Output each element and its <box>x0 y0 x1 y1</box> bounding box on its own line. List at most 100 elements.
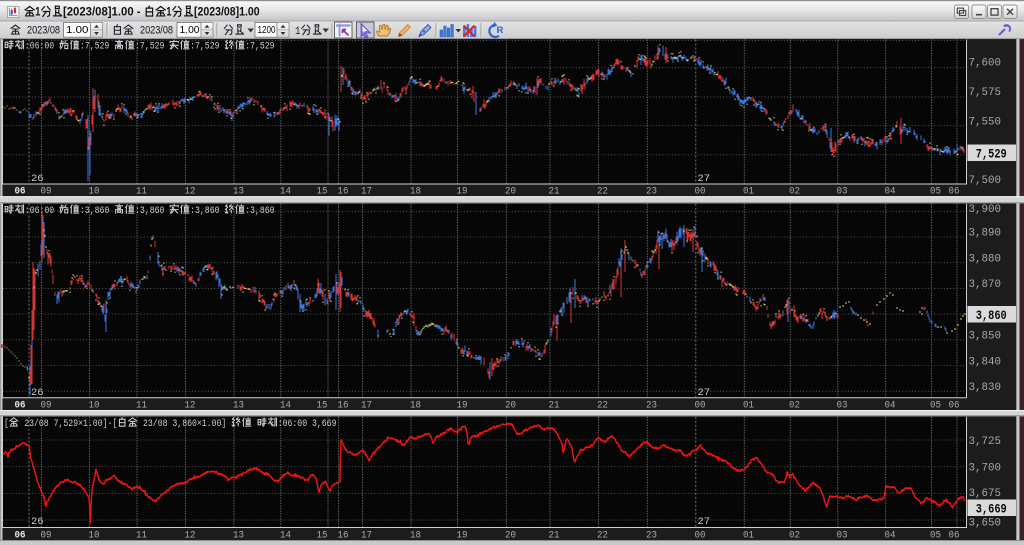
svg-text:00: 00 <box>695 529 706 541</box>
svg-text::3,860: :3,860 <box>245 206 274 217</box>
svg-text:22: 22 <box>597 529 608 541</box>
svg-text:16: 16 <box>338 529 349 541</box>
svg-text:19: 19 <box>457 529 468 541</box>
svg-text:10: 10 <box>89 399 100 411</box>
svg-text:3,675: 3,675 <box>969 488 1002 500</box>
svg-text:7,600: 7,600 <box>969 58 1002 70</box>
svg-text::7,529: :7,529 <box>135 42 169 53</box>
svg-text:14: 14 <box>280 399 291 411</box>
svg-text:27: 27 <box>698 516 711 528</box>
svg-text:14: 14 <box>280 529 291 541</box>
svg-text:17: 17 <box>361 529 372 541</box>
svg-text:3,650: 3,650 <box>969 517 1002 529</box>
svg-text:7,550: 7,550 <box>969 116 1002 128</box>
svg-text:26: 26 <box>31 516 44 528</box>
svg-text:15: 15 <box>317 399 328 411</box>
svg-text:3,880: 3,880 <box>969 254 1002 266</box>
svg-text:23: 23 <box>646 399 657 411</box>
svg-text:05: 05 <box>930 529 941 541</box>
svg-text:2023/08: 2023/08 <box>140 25 173 37</box>
svg-text:3,850: 3,850 <box>969 331 1002 343</box>
svg-text:23: 23 <box>646 529 657 541</box>
svg-text:05: 05 <box>930 399 941 411</box>
svg-text:09: 09 <box>41 529 52 541</box>
svg-text:18: 18 <box>410 186 421 198</box>
svg-text::3,860: :3,860 <box>80 206 114 217</box>
svg-text:21: 21 <box>549 529 560 541</box>
svg-text:21: 21 <box>549 399 560 411</box>
svg-text::3,860: :3,860 <box>135 206 169 217</box>
svg-text:1: 1 <box>35 7 41 19</box>
svg-text:11: 11 <box>136 399 147 411</box>
svg-text:16: 16 <box>338 186 349 198</box>
svg-text:11: 11 <box>136 529 147 541</box>
svg-text:01: 01 <box>743 399 754 411</box>
svg-text:06: 06 <box>949 529 960 541</box>
svg-text:09: 09 <box>41 186 52 198</box>
svg-text:06: 06 <box>15 186 26 198</box>
svg-text:12: 12 <box>185 529 196 541</box>
svg-text:3,890: 3,890 <box>969 228 1002 240</box>
svg-text:03: 03 <box>837 399 848 411</box>
svg-text:02: 02 <box>789 529 800 541</box>
svg-text:1200: 1200 <box>258 24 276 36</box>
svg-text:04: 04 <box>885 399 896 411</box>
svg-text:13: 13 <box>233 186 244 198</box>
svg-text:23: 23 <box>646 186 657 198</box>
svg-text::06:00: :06:00 <box>25 42 59 53</box>
svg-text:1: 1 <box>295 26 301 38</box>
svg-text:16: 16 <box>338 399 349 411</box>
svg-text:10: 10 <box>89 186 100 198</box>
svg-text:09: 09 <box>41 399 52 411</box>
svg-text::3,860: :3,860 <box>190 206 224 217</box>
svg-text:14: 14 <box>280 186 291 198</box>
svg-text:[2023/08]1.00 -: [2023/08]1.00 - <box>63 7 144 19</box>
svg-text:18: 18 <box>410 399 421 411</box>
svg-text:1.00: 1.00 <box>180 24 200 36</box>
svg-text:04: 04 <box>885 186 896 198</box>
svg-text:13: 13 <box>233 529 244 541</box>
svg-text:17: 17 <box>361 186 372 198</box>
svg-text:13: 13 <box>233 399 244 411</box>
svg-text:2023/08: 2023/08 <box>27 25 60 37</box>
svg-text:06: 06 <box>949 186 960 198</box>
svg-text:1.00: 1.00 <box>66 24 89 36</box>
svg-text:06: 06 <box>15 399 26 411</box>
svg-text:20: 20 <box>505 186 516 198</box>
svg-text:04: 04 <box>885 529 896 541</box>
svg-text::06:00: :06:00 <box>25 206 59 217</box>
svg-text:7,500: 7,500 <box>969 175 1002 187</box>
svg-text:00: 00 <box>695 186 706 198</box>
svg-text:3,840: 3,840 <box>969 356 1002 368</box>
svg-text:10: 10 <box>89 529 100 541</box>
svg-text:3,870: 3,870 <box>969 279 1002 291</box>
svg-text:3,830: 3,830 <box>969 382 1002 394</box>
svg-text:R: R <box>497 25 504 36</box>
svg-text:23/08 3,860×1.00]: 23/08 3,860×1.00] <box>138 418 231 430</box>
svg-text:3,860: 3,860 <box>976 309 1007 323</box>
svg-text:01: 01 <box>743 529 754 541</box>
svg-text:3,669: 3,669 <box>976 502 1007 516</box>
svg-text:17: 17 <box>361 399 372 411</box>
svg-text:15: 15 <box>317 186 328 198</box>
svg-text:02: 02 <box>789 186 800 198</box>
svg-text:[: [ <box>4 418 9 430</box>
svg-text:15: 15 <box>317 529 328 541</box>
svg-text::7,529: :7,529 <box>80 42 114 53</box>
svg-text:7,529: 7,529 <box>976 147 1007 161</box>
svg-text:22: 22 <box>597 399 608 411</box>
svg-text:06: 06 <box>15 529 26 541</box>
svg-text:12: 12 <box>185 399 196 411</box>
svg-text::7,529: :7,529 <box>190 42 224 53</box>
svg-text:3,700: 3,700 <box>969 463 1002 475</box>
svg-text:12: 12 <box>185 186 196 198</box>
svg-text:[2023/08]1.00: [2023/08]1.00 <box>194 7 260 19</box>
svg-text:03: 03 <box>837 186 848 198</box>
svg-text:20: 20 <box>505 529 516 541</box>
svg-text:26: 26 <box>31 387 44 399</box>
svg-text:01: 01 <box>743 186 754 198</box>
svg-text:3,725: 3,725 <box>969 436 1002 448</box>
svg-text:27: 27 <box>698 173 711 185</box>
svg-text:3,900: 3,900 <box>969 204 1002 216</box>
svg-text:19: 19 <box>457 186 468 198</box>
